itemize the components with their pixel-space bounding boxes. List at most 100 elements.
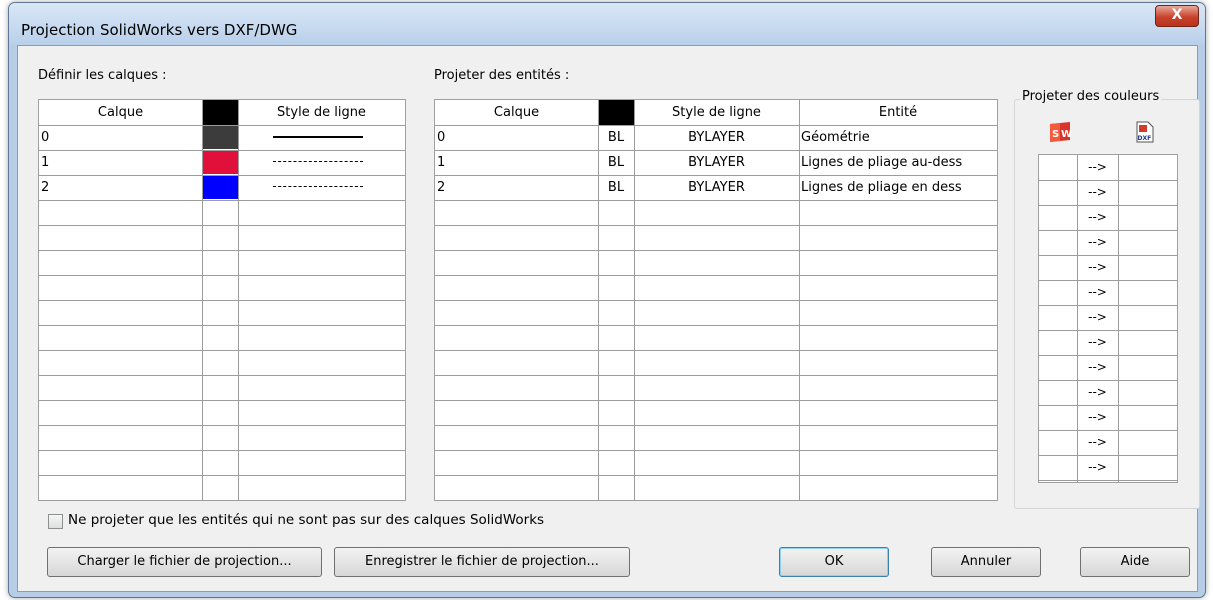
- layer-row[interactable]: [39, 400, 405, 426]
- layer-row[interactable]: [39, 300, 405, 326]
- entity-name: Lignes de pliage en dess: [801, 180, 962, 195]
- dxf-icon: DXF: [1136, 121, 1154, 143]
- layer-row[interactable]: [39, 375, 405, 401]
- entity-row[interactable]: [435, 225, 997, 251]
- color-map-row[interactable]: -->: [1039, 255, 1177, 281]
- entity-row[interactable]: [435, 325, 997, 351]
- help-button[interactable]: Aide: [1080, 547, 1190, 577]
- entity-color: BL: [607, 180, 625, 195]
- layer-row[interactable]: [39, 425, 405, 451]
- arrow-text: -->: [1088, 260, 1107, 274]
- header-linestyle[interactable]: Style de ligne: [634, 100, 799, 125]
- color-map-row[interactable]: -->: [1039, 380, 1177, 406]
- layer-row[interactable]: 1: [39, 150, 405, 176]
- entity-name: Lignes de pliage au-dess: [801, 155, 963, 170]
- solidworks-icon: S W: [1050, 122, 1071, 142]
- color-mapping-table[interactable]: --> --> --> --> --> --> --> --> --> --> --> --> -->: [1038, 154, 1178, 483]
- color-map-row[interactable]: -->: [1039, 180, 1177, 206]
- layer-row[interactable]: [39, 250, 405, 276]
- entity-row[interactable]: [435, 350, 997, 376]
- entity-row[interactable]: [435, 375, 997, 401]
- entity-row[interactable]: [435, 300, 997, 326]
- arrow-text: -->: [1088, 185, 1107, 199]
- column-divider: [634, 100, 635, 500]
- entity-row[interactable]: [435, 450, 997, 476]
- svg-text:S: S: [1052, 129, 1059, 140]
- sw-layers-only-label[interactable]: Ne projeter que les entités qui ne sont …: [68, 512, 544, 528]
- layers-header-row: Calque Style de ligne: [39, 100, 405, 126]
- header-color[interactable]: [598, 100, 634, 125]
- window-title: Projection SolidWorks vers DXF/DWG: [21, 21, 298, 39]
- project-colors-label: Projeter des couleurs: [1020, 89, 1162, 104]
- column-divider: [1118, 155, 1119, 482]
- dialog-client-area: Définir les calques : Calque Style de lig…: [17, 45, 1200, 592]
- layer-row[interactable]: [39, 325, 405, 351]
- header-linestyle[interactable]: Style de ligne: [238, 100, 405, 125]
- define-layers-label: Définir les calques :: [38, 68, 167, 83]
- entity-row[interactable]: [435, 250, 997, 276]
- layer-color-swatch[interactable]: [203, 151, 238, 174]
- entity-row[interactable]: [435, 475, 997, 501]
- layer-row[interactable]: 2: [39, 175, 405, 201]
- layer-row[interactable]: [39, 275, 405, 301]
- entities-table[interactable]: Calque Style de ligne Entité 0 BL BYLAYER Géom…: [434, 99, 998, 501]
- color-map-row[interactable]: -->: [1039, 205, 1177, 231]
- cancel-button[interactable]: Annuler: [931, 547, 1041, 577]
- layer-color-swatch[interactable]: [203, 176, 238, 199]
- layer-row[interactable]: [39, 450, 405, 476]
- save-mapping-file-button[interactable]: Enregistrer le fichier de projection...: [334, 547, 630, 577]
- layer-row[interactable]: 0: [39, 125, 405, 151]
- column-divider: [799, 100, 800, 500]
- header-calque[interactable]: Calque: [435, 100, 598, 125]
- entities-header-row: Calque Style de ligne Entité: [435, 100, 997, 126]
- title-bar[interactable]: Projection SolidWorks vers DXF/DWG X: [9, 3, 1205, 45]
- entity-color: BL: [607, 130, 625, 145]
- entity-layer: 2: [437, 180, 446, 195]
- layer-name: 2: [41, 180, 50, 195]
- entity-row[interactable]: 0 BL BYLAYER Géométrie: [435, 125, 997, 151]
- load-mapping-file-button[interactable]: Charger le fichier de projection...: [47, 547, 322, 577]
- header-color[interactable]: [202, 100, 238, 125]
- column-divider: [598, 100, 599, 500]
- close-button[interactable]: X: [1155, 5, 1199, 27]
- arrow-text: -->: [1088, 385, 1107, 399]
- color-map-row[interactable]: -->: [1039, 305, 1177, 331]
- entity-row[interactable]: [435, 275, 997, 301]
- entity-row[interactable]: [435, 200, 997, 226]
- color-map-row[interactable]: -->: [1039, 155, 1177, 181]
- arrow-text: -->: [1088, 310, 1107, 324]
- svg-text:DXF: DXF: [1138, 135, 1152, 142]
- entity-row[interactable]: 2 BL BYLAYER Lignes de pliage en dess: [435, 175, 997, 201]
- header-calque[interactable]: Calque: [39, 100, 202, 125]
- entity-layer: 1: [437, 155, 446, 170]
- dialog-window: Projection SolidWorks vers DXF/DWG X Déf…: [8, 2, 1206, 598]
- arrow-text: -->: [1088, 435, 1107, 449]
- color-map-row[interactable]: -->: [1039, 355, 1177, 381]
- layer-row[interactable]: [39, 225, 405, 251]
- color-map-row[interactable]: -->: [1039, 455, 1177, 481]
- color-map-row[interactable]: -->: [1039, 230, 1177, 256]
- entity-color: BL: [607, 155, 625, 170]
- entity-layer: 0: [437, 130, 446, 145]
- entity-row[interactable]: [435, 425, 997, 451]
- color-map-row[interactable]: -->: [1039, 430, 1177, 456]
- entity-linestyle: BYLAYER: [688, 130, 745, 145]
- color-map-row[interactable]: -->: [1039, 330, 1177, 356]
- layer-color-swatch[interactable]: [203, 126, 238, 149]
- arrow-text: -->: [1088, 460, 1107, 474]
- color-map-row[interactable]: -->: [1039, 280, 1177, 306]
- entity-row[interactable]: 1 BL BYLAYER Lignes de pliage au-dess: [435, 150, 997, 176]
- layer-name: 1: [41, 155, 50, 170]
- arrow-text: -->: [1088, 335, 1107, 349]
- arrow-text: -->: [1088, 285, 1107, 299]
- layers-table[interactable]: Calque Style de ligne 0 1 2: [38, 99, 406, 501]
- svg-text:W: W: [1061, 129, 1071, 140]
- entity-row[interactable]: [435, 400, 997, 426]
- layer-row[interactable]: [39, 350, 405, 376]
- color-map-row[interactable]: -->: [1039, 405, 1177, 431]
- layer-row[interactable]: [39, 200, 405, 226]
- ok-button[interactable]: OK: [779, 547, 889, 577]
- header-entity[interactable]: Entité: [799, 100, 997, 125]
- sw-layers-only-checkbox[interactable]: [48, 514, 63, 529]
- layer-row[interactable]: [39, 475, 405, 501]
